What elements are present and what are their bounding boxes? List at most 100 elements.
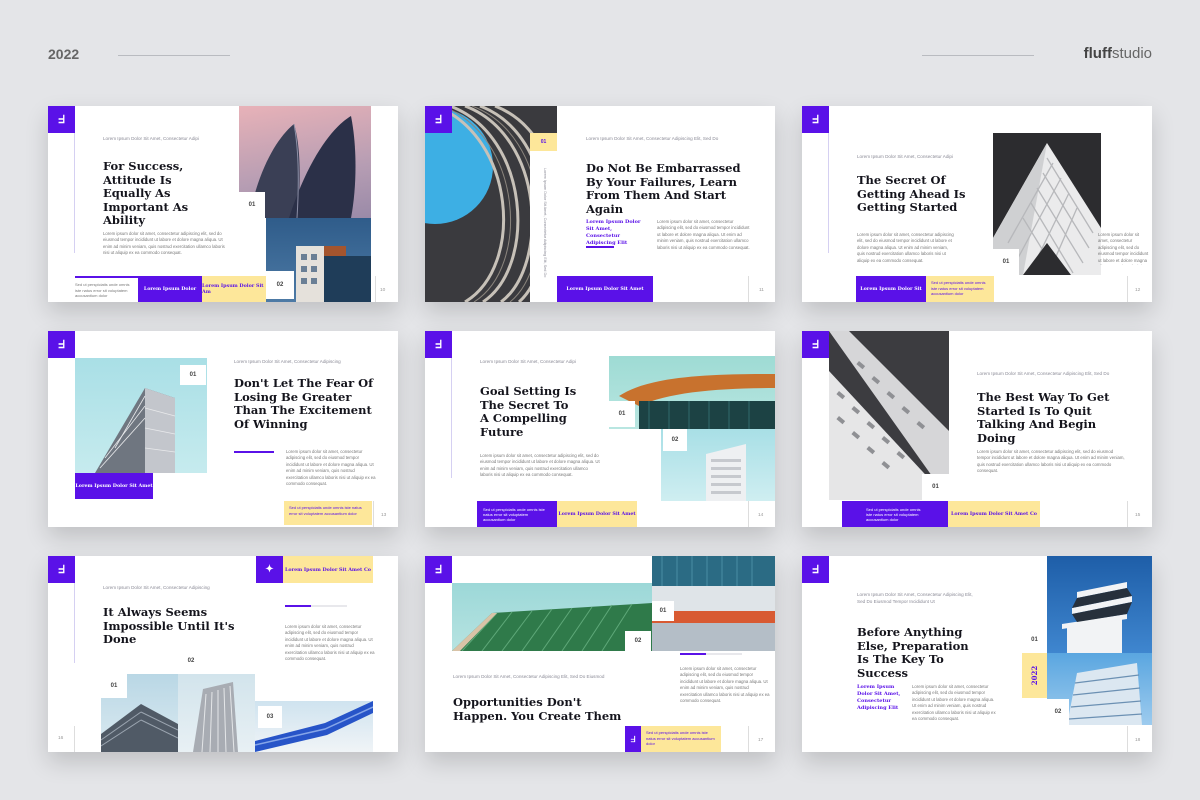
divider xyxy=(373,501,374,527)
slide-title: Opportunities Don't Happen. You Create T… xyxy=(453,695,622,723)
index-badge: 01 xyxy=(239,192,265,218)
year-badge: 2022 xyxy=(1022,653,1047,698)
divider xyxy=(748,501,749,527)
slide-kicker: Lorem Ipsum Dolor Sit Amet, Consectetur … xyxy=(586,136,719,141)
slide-paragraph: Lorem ipsum dolor sit amet, consectetur … xyxy=(680,666,770,704)
divider xyxy=(375,276,376,302)
slide-thumbnail[interactable]: ᖵ 01 02 Lorem Ipsum Dolor Sit Amet, Cons… xyxy=(425,556,775,752)
pin-icon: ✦ xyxy=(256,556,283,583)
fluff-logo-icon: ᖵ xyxy=(425,556,452,583)
cta-button[interactable]: Lorem Ipsum Dolor Sit Amet xyxy=(75,473,153,499)
progress-bar xyxy=(234,451,274,453)
slide-thumbnail[interactable]: ᖵ 01 Lorem Ipsum Dolor Sit Amet, Consect… xyxy=(802,331,1152,527)
index-badge: 02 xyxy=(266,271,294,299)
slide-title: It Always Seems Impossible Until It's Do… xyxy=(103,605,235,646)
note-box: Sed ut perspiciatis unde omnis iste natu… xyxy=(477,501,557,527)
cta-button[interactable]: Lorem Ipsum Dolor Sit Amet xyxy=(557,276,653,302)
slide-kicker: Lorem Ipsum Dolor Sit Amet, Consectetur … xyxy=(480,359,576,364)
divider xyxy=(748,726,749,752)
fluff-logo-icon: ᖵ xyxy=(48,331,75,358)
slide-subtitle: Lorem Ipsum Dolor Sit Amet, Consectetur … xyxy=(857,684,901,711)
page-number: 16 xyxy=(58,736,64,741)
index-badge: 02 xyxy=(178,648,204,674)
slide-paragraph: Lorem ipsum dolor sit amet, consectetur … xyxy=(657,219,750,250)
header-year: 2022 xyxy=(48,46,80,62)
building-photo xyxy=(1047,556,1152,653)
slide-paragraph: Lorem ipsum dolor sit amet, consectetur … xyxy=(1098,232,1149,265)
slide-title: Goal Setting Is The Secret To A Compelli… xyxy=(480,384,577,439)
page-number: 12 xyxy=(1135,288,1141,293)
note-box: Sed ut perspiciatis unde omnis iste natu… xyxy=(842,501,948,527)
index-badge: 01 xyxy=(652,601,674,621)
brand-logo: fluffstudio xyxy=(1083,45,1152,62)
slide-thumbnail[interactable]: ᖵ Lorem Ipsum Dolor Sit Amet, Consectetu… xyxy=(802,106,1152,302)
fluff-logo-icon: ᖵ xyxy=(802,331,829,358)
page-number: 11 xyxy=(759,288,764,293)
divider xyxy=(1127,501,1128,527)
slide-thumbnail[interactable]: ᖵ 01 Lorem Ipsum Dolor Sit Amet Lorem Ip… xyxy=(48,331,398,527)
slide-title: For Success, Attitude Is Equally As Impo… xyxy=(103,159,189,227)
secondary-button[interactable]: Lorem Ipsum Dolor Sit Amet Co xyxy=(948,501,1040,527)
note-box: Sed ut perspiciatis unde omnis iste natu… xyxy=(641,726,721,752)
fluff-logo-icon: ᖵ xyxy=(48,556,75,583)
slide-paragraph: Lorem ipsum dolor sit amet, consectetur … xyxy=(857,232,954,263)
slide-paragraph: Lorem ipsum dolor sit amet, consectetur … xyxy=(103,231,225,256)
slide-paragraph: Lorem ipsum dolor sit amet, consectetur … xyxy=(480,453,600,478)
divider xyxy=(1127,276,1128,302)
slide-kicker: Lorem Ipsum Dolor Sit Amet, Consectetur … xyxy=(103,585,210,590)
page-number: 15 xyxy=(1135,513,1141,518)
progress-track xyxy=(706,653,742,655)
slide-kicker: Lorem Ipsum Dolor Sit Amet, Consectetur … xyxy=(857,592,973,604)
fluff-logo-icon: ᖵ xyxy=(625,726,641,752)
secondary-button[interactable]: Lorem Ipsum Dolor Sit Amet Co xyxy=(283,556,373,583)
index-badge: 02 xyxy=(663,429,687,451)
slide-thumbnail[interactable]: ᖵ Lorem Ipsum Dolor Sit Amet, Consectetu… xyxy=(425,331,775,527)
slide-title: The Secret Of Getting Ahead Is Getting S… xyxy=(857,173,966,214)
fluff-logo-icon: ᖵ xyxy=(48,106,75,133)
cta-button[interactable]: Lorem Ipsum Dolor xyxy=(138,276,202,302)
index-badge: 03 xyxy=(258,706,282,728)
slide-kicker: Lorem Ipsum Dolor Sit Amet, Consectetur … xyxy=(453,674,605,679)
divider xyxy=(451,358,452,478)
index-badge: 01 xyxy=(101,674,127,698)
slide-title: Before Anything Else, Preparation Is The… xyxy=(857,625,969,680)
index-badge: 02 xyxy=(1047,699,1069,725)
index-badge: 01 xyxy=(1022,626,1047,653)
index-badge: 01 xyxy=(180,365,206,385)
note-box: Sed ut perspiciatis unde omnis iste natu… xyxy=(926,276,994,302)
divider xyxy=(748,276,749,302)
slide-thumbnail[interactable]: ᖵ 01 Lorem Ipsum Dolor Sit Amet, Consect… xyxy=(425,106,775,302)
slide-thumbnail[interactable]: ᖵ Lorem Ipsum Dolor Sit Amet, Consectetu… xyxy=(48,106,398,302)
cta-button[interactable]: Lorem Ipsum Dolor Sit xyxy=(856,276,926,302)
secondary-button[interactable]: Lorem Ipsum Dolor Sit Am xyxy=(202,276,266,302)
page-number: 17 xyxy=(758,738,764,743)
slide-thumbnail[interactable]: ᖵ Lorem Ipsum Dolor Sit Amet, Consectetu… xyxy=(48,556,398,752)
header-divider xyxy=(118,55,230,56)
progress-bar xyxy=(680,653,706,655)
divider xyxy=(74,133,75,253)
index-badge: 01 xyxy=(609,401,635,427)
page-number: 13 xyxy=(381,513,387,518)
slide-thumbnail[interactable]: ᖵ Lorem Ipsum Dolor Sit Amet, Consectetu… xyxy=(802,556,1152,752)
slide-kicker: Lorem Ipsum Dolor Sit Amet, Consectetur … xyxy=(103,136,199,141)
slide-title: Don't Let The Fear Of Losing Be Greater … xyxy=(234,376,374,431)
divider xyxy=(828,133,829,253)
slide-subtitle: Lorem Ipsum Dolor Sit Amet, Consectetur … xyxy=(586,219,641,246)
slide-paragraph: Lorem ipsum dolor sit amet, consectetur … xyxy=(285,624,375,662)
secondary-button[interactable]: Lorem Ipsum Dolor Sit Amet xyxy=(557,501,637,527)
divider xyxy=(74,583,75,663)
page-number: 10 xyxy=(380,288,386,293)
slide-kicker: Lorem Ipsum Dolor Sit Amet, Consectetur … xyxy=(977,371,1110,376)
divider xyxy=(74,726,75,752)
progress-bar xyxy=(586,246,614,248)
header-divider xyxy=(922,55,1034,56)
note-box: Sed ut perspiciatis unde omnis iste natu… xyxy=(284,501,372,525)
fluff-logo-icon: ᖵ xyxy=(425,331,452,358)
architecture-photo xyxy=(452,583,652,651)
page-number: 14 xyxy=(758,513,764,518)
fluff-logo-icon: ᖵ xyxy=(425,106,452,133)
index-badge: 01 xyxy=(530,133,557,151)
slide-title: Do Not Be Embarrassed By Your Failures, … xyxy=(586,161,741,216)
page-number: 18 xyxy=(1135,738,1141,743)
slide-paragraph: Lorem ipsum dolor sit amet, consectetur … xyxy=(977,449,1125,474)
